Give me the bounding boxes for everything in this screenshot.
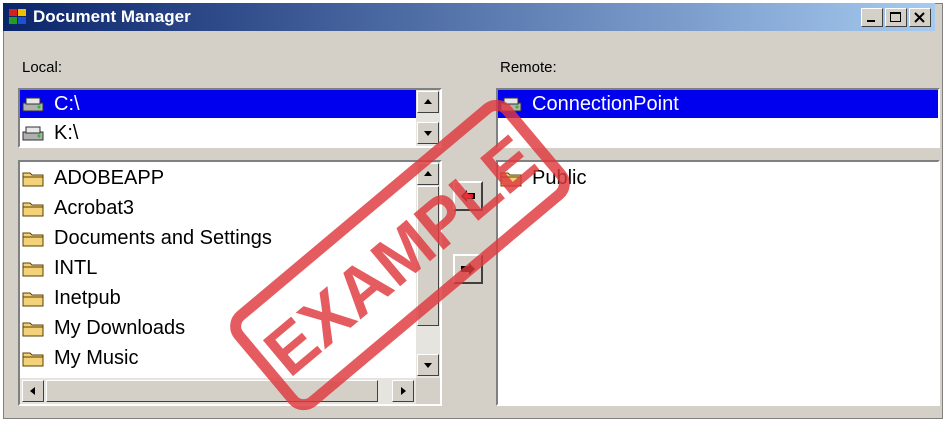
local-drive-list[interactable]: C:\ K:\ (18, 88, 442, 148)
folder-icon (22, 202, 44, 217)
scroll-up-button[interactable] (417, 91, 439, 113)
maximize-button[interactable] (885, 8, 907, 27)
scroll-down-button[interactable] (417, 354, 439, 376)
right-arrow-icon (401, 387, 406, 395)
folder-icon (22, 172, 44, 187)
remote-folder-list[interactable]: Public (496, 160, 940, 406)
folder-icon (22, 232, 44, 247)
folder-list-vertical-scrollbar[interactable] (416, 162, 440, 378)
folder-label: My Downloads (54, 317, 186, 339)
folder-item[interactable]: My Downloads (20, 314, 187, 342)
minimize-icon (867, 20, 875, 22)
drive-icon (22, 97, 44, 112)
folder-icon (22, 352, 44, 367)
scroll-down-button[interactable] (417, 122, 439, 144)
minimize-button[interactable] (861, 8, 883, 27)
down-arrow-icon (424, 363, 432, 368)
maximize-icon (890, 12, 901, 22)
title-bar[interactable]: Document Manager (3, 3, 935, 31)
up-arrow-icon (424, 99, 432, 104)
folder-icon (22, 262, 44, 277)
right-arrow-icon (461, 263, 475, 275)
copy-to-remote-button[interactable] (453, 254, 483, 284)
folder-label: Documents and Settings (54, 227, 272, 249)
folder-list-horizontal-scrollbar[interactable] (20, 378, 416, 404)
remote-label: Remote: (500, 59, 557, 76)
drive-icon (500, 97, 522, 112)
scroll-left-button[interactable] (22, 380, 44, 402)
folder-item[interactable]: INTL (20, 254, 99, 282)
folder-label: Inetpub (54, 287, 121, 309)
folder-icon (500, 172, 522, 187)
drive-label: K:\ (54, 122, 79, 144)
close-icon (914, 12, 925, 23)
remote-connection-list[interactable]: ConnectionPoint (496, 88, 940, 148)
up-arrow-icon (424, 171, 432, 176)
left-arrow-icon (461, 190, 475, 202)
left-arrow-icon (30, 387, 35, 395)
close-button[interactable] (909, 8, 931, 27)
scrollbar-corner (416, 378, 440, 404)
folder-label: INTL (54, 257, 98, 279)
connection-item[interactable]: ConnectionPoint (498, 90, 681, 118)
copy-to-local-button[interactable] (453, 181, 483, 211)
folder-label: ADOBEAPP (54, 167, 165, 189)
drive-item[interactable]: C:\ (20, 90, 82, 118)
folder-label: My Music (54, 347, 139, 369)
drive-icon (22, 126, 44, 141)
folder-label: Public (532, 167, 587, 189)
scroll-thumb[interactable] (417, 186, 439, 326)
folder-item[interactable]: Public (498, 164, 588, 192)
scroll-right-button[interactable] (392, 380, 414, 402)
down-arrow-icon (424, 131, 432, 136)
folder-item[interactable]: Documents and Settings (20, 224, 274, 252)
folder-icon (22, 322, 44, 337)
folder-item[interactable]: Inetpub (20, 284, 123, 312)
folder-label: Acrobat3 (54, 197, 135, 219)
drive-item[interactable]: K:\ (20, 119, 80, 146)
folder-item[interactable]: ADOBEAPP (20, 164, 166, 192)
folder-icon (22, 292, 44, 307)
folder-item[interactable]: My Music (20, 344, 140, 372)
scroll-up-button[interactable] (417, 163, 439, 185)
window-title: Document Manager (33, 7, 191, 26)
drive-list-scrollbar[interactable] (416, 90, 440, 146)
folder-item[interactable]: Acrobat3 (20, 194, 136, 222)
scroll-thumb[interactable] (46, 380, 378, 402)
drive-label: C:\ (54, 93, 80, 115)
app-icon (9, 9, 26, 24)
local-label: Local: (22, 59, 63, 76)
local-folder-list[interactable]: ADOBEAPP Acrobat3 Documents and Settings… (18, 160, 442, 406)
connection-label: ConnectionPoint (532, 93, 679, 115)
